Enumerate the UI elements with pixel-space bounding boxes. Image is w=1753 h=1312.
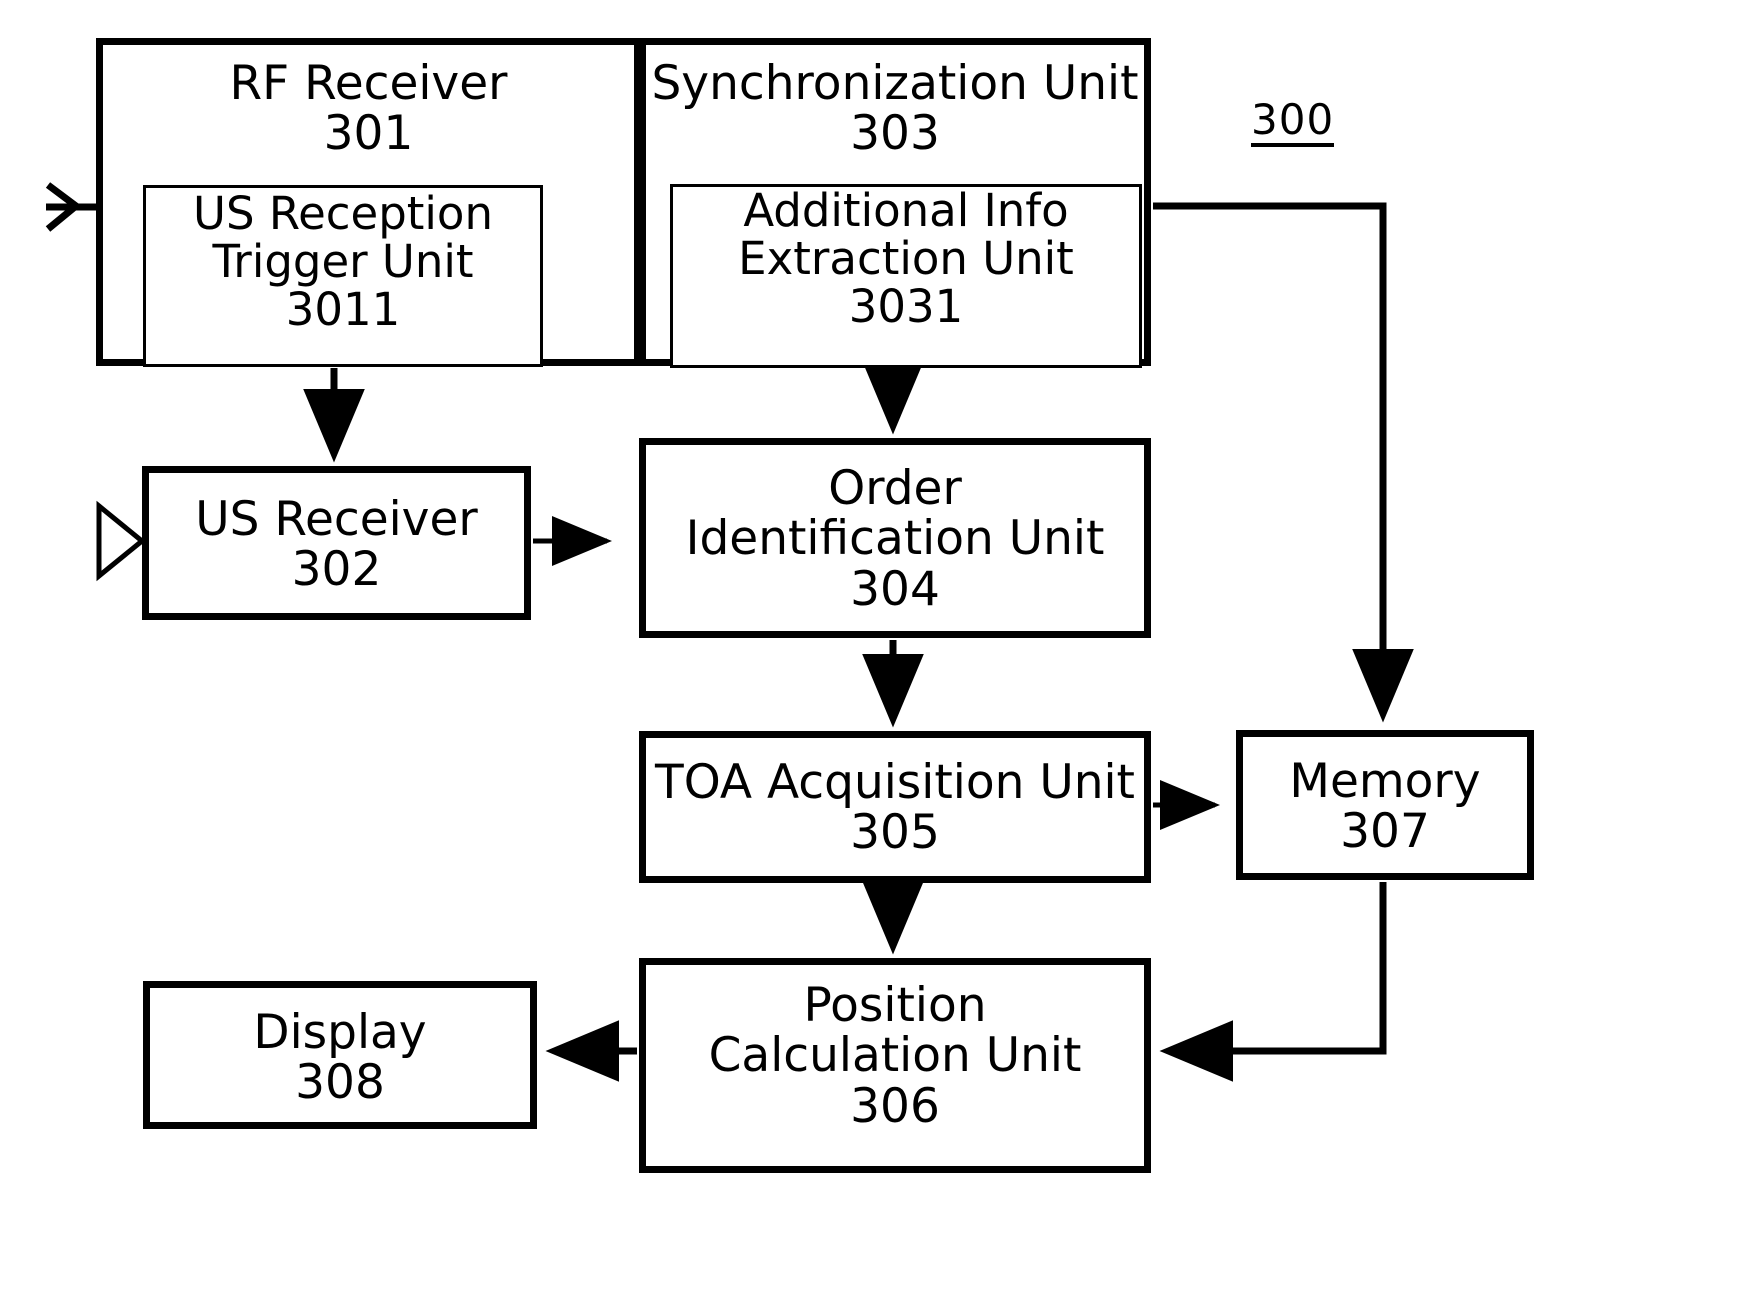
block-position-calculation-unit[interactable]: Position Calculation Unit 306: [639, 958, 1151, 1173]
block-order-identification-unit-numeral: 304: [850, 561, 940, 617]
block-additional-info-extraction-unit-label: Additional Info Extraction Unit 3031: [673, 184, 1139, 334]
block-toa-acquisition-unit-label: TOA Acquisition Unit 305: [646, 755, 1144, 861]
block-toa-acquisition-unit[interactable]: TOA Acquisition Unit 305: [639, 731, 1151, 883]
block-us-reception-trigger-unit-line1: US Reception: [193, 187, 493, 240]
block-synchronization-unit-label: Synchronization Unit 303: [646, 56, 1144, 162]
block-us-receiver[interactable]: US Receiver 302: [142, 466, 531, 620]
block-us-reception-trigger-unit-line2: Trigger Unit: [212, 235, 474, 289]
connector-memory-to-position: [1159, 882, 1387, 1082]
block-display-title: Display: [253, 1005, 427, 1060]
block-us-reception-trigger-unit[interactable]: US Reception Trigger Unit 3011: [143, 185, 543, 367]
figure-reference-numeral: 300: [1251, 99, 1335, 147]
connector-sync-to-memory: [1153, 202, 1414, 723]
block-toa-acquisition-unit-numeral: 305: [850, 805, 940, 861]
block-memory-numeral: 307: [1340, 804, 1430, 860]
block-toa-acquisition-unit-title: TOA Acquisition Unit: [654, 755, 1135, 810]
block-position-calculation-unit-line1: Position: [803, 978, 987, 1033]
block-order-identification-unit[interactable]: Order Identification Unit 304: [639, 438, 1151, 638]
antenna-icon: [45, 182, 96, 232]
block-order-identification-unit-line1: Order: [828, 461, 962, 516]
figure-canvas: RF Receiver 301 US Reception Trigger Uni…: [0, 0, 1753, 1312]
block-rf-receiver-title: RF Receiver: [229, 56, 508, 111]
block-memory[interactable]: Memory 307: [1236, 730, 1534, 880]
block-synchronization-unit[interactable]: Synchronization Unit 303 Additional Info…: [639, 38, 1151, 368]
block-additional-info-extraction-unit[interactable]: Additional Info Extraction Unit 3031: [670, 184, 1142, 368]
block-display-numeral: 308: [295, 1055, 385, 1111]
block-rf-receiver-numeral: 301: [323, 106, 414, 162]
block-memory-title: Memory: [1289, 754, 1481, 809]
block-additional-info-extraction-unit-numeral: 3031: [848, 280, 964, 334]
block-synchronization-unit-numeral: 303: [850, 106, 940, 162]
block-position-calculation-unit-line2: Calculation Unit: [708, 1028, 1082, 1084]
block-additional-info-extraction-unit-line2: Extraction Unit: [738, 232, 1074, 286]
block-us-reception-trigger-unit-label: US Reception Trigger Unit 3011: [146, 187, 540, 337]
block-rf-receiver-label: RF Receiver 301: [103, 56, 634, 162]
block-position-calculation-unit-numeral: 306: [850, 1078, 940, 1134]
block-order-identification-unit-line2: Identification Unit: [685, 511, 1105, 567]
block-additional-info-extraction-unit-line1: Additional Info: [743, 184, 1069, 237]
block-display[interactable]: Display 308: [143, 981, 537, 1129]
block-memory-label: Memory 307: [1243, 754, 1527, 860]
ultrasonic-transducer-icon: [96, 500, 146, 582]
block-rf-receiver[interactable]: RF Receiver 301 US Reception Trigger Uni…: [96, 38, 641, 367]
block-us-receiver-numeral: 302: [291, 542, 382, 598]
block-order-identification-unit-label: Order Identification Unit 304: [646, 461, 1144, 617]
block-position-calculation-unit-label: Position Calculation Unit 306: [646, 978, 1144, 1134]
block-display-label: Display 308: [150, 1005, 530, 1111]
block-us-receiver-label: US Receiver 302: [149, 492, 524, 598]
block-us-receiver-title: US Receiver: [195, 492, 478, 547]
block-us-reception-trigger-unit-numeral: 3011: [285, 283, 401, 337]
block-synchronization-unit-title: Synchronization Unit: [651, 56, 1139, 111]
